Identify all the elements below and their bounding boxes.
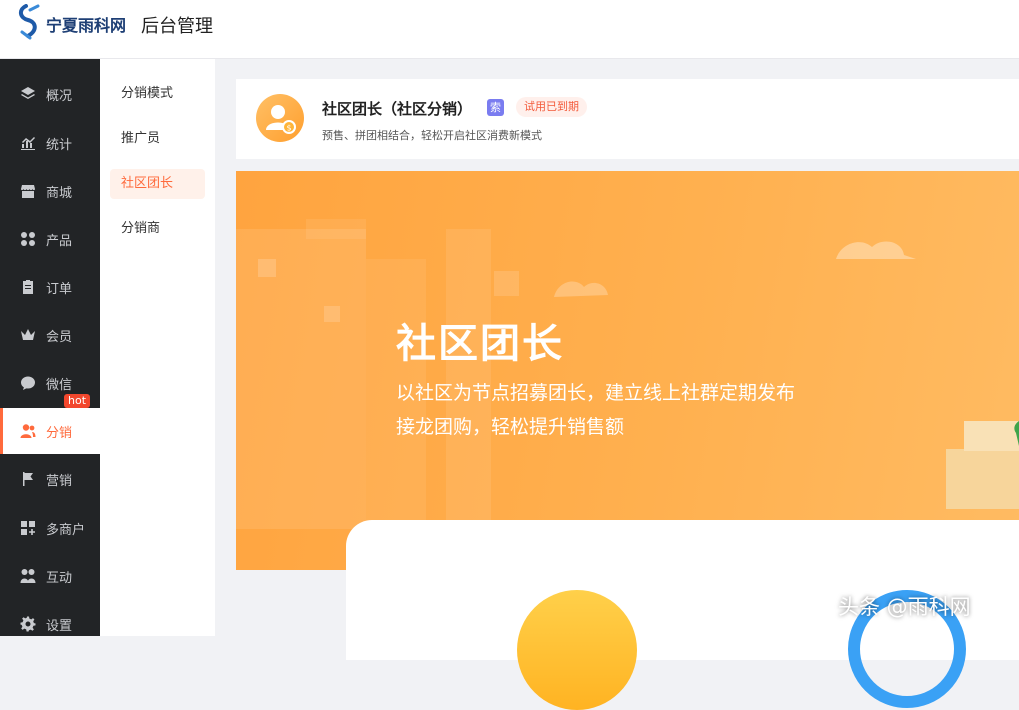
flag-icon bbox=[19, 470, 37, 488]
sidebar-item-marketing[interactable]: 营销 bbox=[0, 456, 100, 502]
main-sidebar: 概况 统计 商城 产品 订单 会员 微信 分销 营销 多商户 互动 设置 bbox=[0, 59, 100, 636]
submenu-item-distribution-mode[interactable]: 分销模式 bbox=[110, 79, 205, 109]
sidebar-item-label: 统计 bbox=[46, 137, 73, 153]
sidebar-item-label: 多商户 bbox=[46, 522, 86, 538]
order-icon bbox=[19, 278, 37, 296]
sidebar-item-label: 商城 bbox=[46, 185, 73, 201]
wechat-icon bbox=[19, 374, 37, 392]
merchant-icon bbox=[19, 519, 37, 537]
sidebar-item-interaction[interactable]: 互动 bbox=[0, 553, 100, 599]
sidebar-item-label: 营销 bbox=[46, 473, 73, 489]
submenu-item-distributor[interactable]: 分销商 bbox=[110, 214, 205, 244]
sidebar-item-product[interactable]: 产品 bbox=[0, 216, 100, 262]
chart-icon bbox=[19, 134, 37, 152]
sidebar-item-label: 分销 bbox=[46, 425, 73, 441]
shop-icon bbox=[19, 182, 37, 200]
lock-badge: 索 bbox=[487, 99, 504, 116]
sidebar-item-label: 概况 bbox=[46, 88, 73, 104]
plugin-info-card: $ 社区团长（社区分销） 索 试用已到期 预售、拼团相结合，轻松开启社区消费新模… bbox=[236, 79, 1019, 159]
hero-banner: 社区团长 以社区为节点招募团长，建立线上社群定期发布接龙团购，轻松提升销售额 bbox=[236, 171, 1019, 570]
sidebar-item-label: 设置 bbox=[46, 618, 73, 634]
sidebar-item-distribution[interactable]: 分销 bbox=[0, 408, 100, 454]
status-badge: 试用已到期 bbox=[516, 97, 587, 117]
interact-icon bbox=[19, 567, 37, 585]
distribution-submenu: 分销模式 推广员 社区团长 分销商 bbox=[100, 59, 215, 636]
sidebar-item-label: 订单 bbox=[46, 281, 73, 297]
sidebar-item-order[interactable]: 订单 bbox=[0, 264, 100, 310]
logo-icon bbox=[19, 4, 40, 40]
banner-title: 社区团长 bbox=[396, 321, 564, 367]
crown-icon bbox=[19, 326, 37, 344]
sidebar-item-settings[interactable]: 设置 bbox=[0, 601, 100, 647]
sidebar-item-member[interactable]: 会员 bbox=[0, 312, 100, 358]
users-icon bbox=[19, 422, 37, 440]
watermark: 头条 @雨科网 bbox=[838, 595, 971, 619]
feature-icon-yellow bbox=[517, 590, 637, 710]
card-description: 预售、拼团相结合，轻松开启社区消费新模式 bbox=[322, 129, 542, 142]
sidebar-item-overview[interactable]: 概况 bbox=[0, 71, 100, 117]
community-leader-icon: $ bbox=[256, 94, 304, 142]
sidebar-item-label: 微信 bbox=[46, 377, 73, 393]
sidebar-item-mall[interactable]: 商城 bbox=[0, 168, 100, 214]
layers-icon bbox=[19, 85, 37, 103]
sidebar-item-label: 产品 bbox=[46, 233, 73, 249]
app-title: 后台管理 bbox=[141, 16, 213, 37]
banner-illustration bbox=[236, 219, 1019, 539]
card-title: 社区团长（社区分销） bbox=[322, 100, 473, 118]
logo-text: 宁夏雨科网 bbox=[46, 16, 127, 35]
sidebar-item-statistics[interactable]: 统计 bbox=[0, 120, 100, 166]
hot-badge: hot bbox=[64, 394, 91, 408]
banner-subtitle: 以社区为节点招募团长，建立线上社群定期发布接龙团购，轻松提升销售额 bbox=[396, 382, 796, 438]
gear-icon bbox=[19, 615, 37, 633]
submenu-item-promoter[interactable]: 推广员 bbox=[110, 124, 205, 154]
sidebar-item-label: 互动 bbox=[46, 570, 73, 586]
product-icon bbox=[19, 230, 37, 248]
submenu-item-community-leader[interactable]: 社区团长 bbox=[110, 169, 205, 199]
top-header: 宁夏雨科网 后台管理 bbox=[0, 0, 1019, 59]
svg-text:$: $ bbox=[286, 124, 291, 133]
sidebar-item-label: 会员 bbox=[46, 329, 73, 345]
sidebar-item-multi-merchant[interactable]: 多商户 bbox=[0, 505, 100, 551]
